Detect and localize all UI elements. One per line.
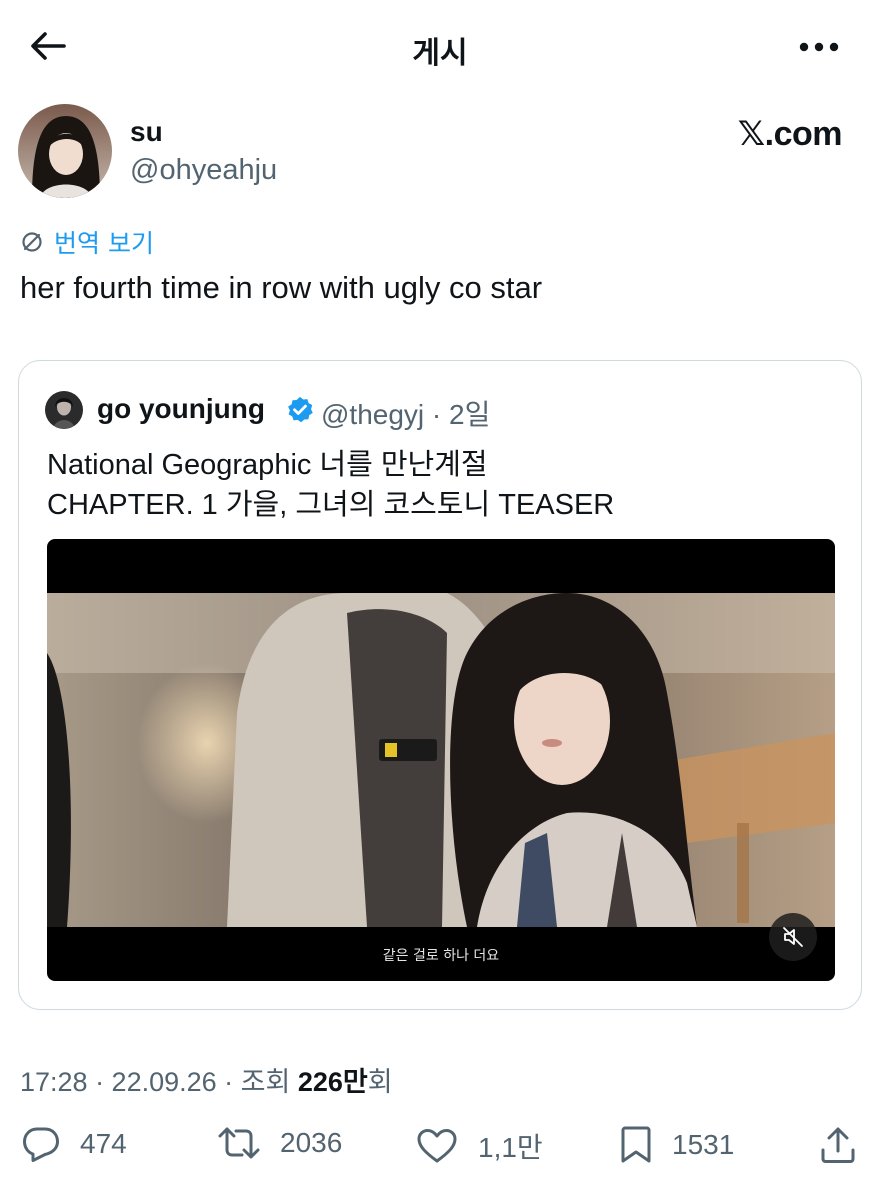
verified-icon bbox=[288, 396, 313, 423]
translate-link[interactable]: 번역 보기 bbox=[20, 224, 154, 260]
share-button[interactable] bbox=[820, 1126, 856, 1164]
like-button[interactable]: 1,1만 bbox=[416, 1126, 543, 1166]
reply-icon bbox=[23, 1127, 59, 1162]
quoted-text-line-1: National Geographic 너를 만난계절 bbox=[47, 449, 488, 481]
tweet-meta: 17:28 · 22.09.26 · 조회 226만회 bbox=[20, 1060, 393, 1099]
repost-count: 2036 bbox=[280, 1127, 343, 1158]
view-count[interactable]: 226만 bbox=[298, 1067, 368, 1097]
view-suffix: 회 bbox=[367, 1067, 393, 1097]
brand-label: 𝕏.com bbox=[737, 115, 843, 153]
more-button[interactable] bbox=[796, 30, 842, 64]
like-count: 1,1만 bbox=[478, 1132, 543, 1163]
author-handle[interactable]: @ohyeahju bbox=[130, 154, 277, 187]
quoted-handle-time: @thegyj · 2일 bbox=[321, 399, 491, 430]
share-icon bbox=[821, 1127, 855, 1163]
mute-button[interactable] bbox=[769, 913, 817, 961]
author-name[interactable]: su bbox=[130, 116, 163, 148]
bookmark-icon bbox=[621, 1126, 651, 1163]
more-icon bbox=[799, 42, 839, 52]
translate-label: 번역 보기 bbox=[54, 229, 154, 258]
reply-count: 474 bbox=[80, 1128, 127, 1159]
bookmark-button[interactable]: 1531 bbox=[620, 1126, 734, 1164]
repost-button[interactable]: 2036 bbox=[218, 1126, 342, 1160]
page-title: 게시 bbox=[412, 36, 468, 71]
quoted-tweet[interactable]: go younjung @thegyj · 2일 National Geogra… bbox=[18, 360, 862, 1010]
video-player[interactable]: 같은 걸로 하나 더요 bbox=[47, 539, 835, 981]
top-bar: 게시 bbox=[0, 0, 880, 92]
like-icon bbox=[417, 1129, 457, 1163]
quoted-author-name[interactable]: go younjung bbox=[97, 393, 265, 425]
tweet-text: her fourth time in row with ugly co star bbox=[20, 270, 543, 305]
action-bar: 474 2036 1,1만 1531 bbox=[0, 1118, 880, 1178]
bookmark-count: 1531 bbox=[672, 1129, 735, 1160]
tweet-time-date: 17:28 · 22.09.26 · 조회 bbox=[20, 1067, 298, 1097]
repost-icon bbox=[218, 1127, 260, 1159]
video-frame bbox=[47, 593, 835, 927]
video-subtitle: 같은 걸로 하나 더요 bbox=[382, 948, 500, 964]
quoted-avatar[interactable] bbox=[45, 391, 83, 429]
mute-icon bbox=[783, 927, 803, 947]
translate-icon bbox=[22, 232, 42, 252]
reply-button[interactable]: 474 bbox=[22, 1126, 127, 1162]
quoted-text-line-2: CHAPTER. 1 가을, 그녀의 코스토니 TEASER bbox=[47, 489, 615, 521]
author-avatar[interactable] bbox=[18, 104, 112, 198]
